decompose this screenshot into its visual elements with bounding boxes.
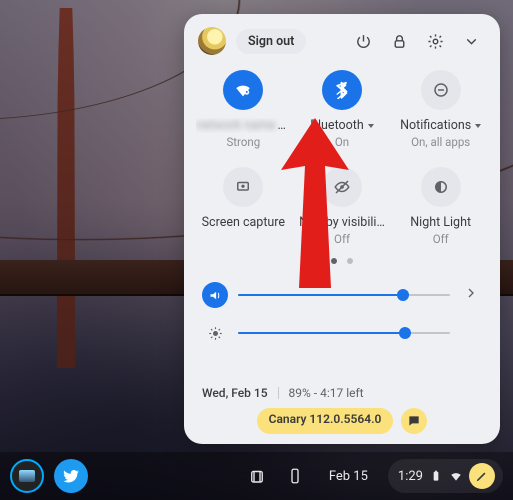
wifi-icon (223, 70, 263, 110)
chevron-down-icon[interactable] (456, 26, 486, 56)
tile-label: Screen capture (202, 215, 285, 230)
phone-hub-icon[interactable] (281, 462, 309, 490)
volume-slider[interactable] (238, 294, 450, 296)
tile-label: Nearby visibili… (299, 215, 385, 230)
tile-sub: On (335, 135, 349, 149)
tile-nearby-visibility[interactable]: Nearby visibili… Off (293, 167, 392, 246)
shelf: Feb 15 1:29 (0, 452, 513, 500)
do-not-disturb-icon (421, 70, 461, 110)
brightness-icon (202, 320, 228, 346)
tile-sub: Strong (226, 135, 260, 149)
feedback-icon[interactable] (401, 408, 427, 434)
tile-bluetooth[interactable]: Bluetooth On (293, 70, 392, 149)
tile-sub: Off (433, 232, 449, 246)
page-indicator (188, 252, 496, 268)
quick-settings-panel: Sign out network name… Strong Bluetooth (184, 14, 500, 444)
stylus-icon[interactable] (469, 463, 495, 489)
tile-night-light[interactable]: Night Light Off (391, 167, 490, 246)
avatar[interactable] (198, 27, 226, 55)
chevron-right-icon[interactable] (460, 285, 482, 305)
tile-label: Night Light (410, 215, 471, 230)
shelf-app-files[interactable] (10, 459, 44, 493)
footer-battery: 89% - 4:17 left (289, 386, 364, 400)
tile-sub: Off (334, 232, 350, 246)
signout-button[interactable]: Sign out (236, 29, 306, 54)
visibility-off-icon (322, 167, 362, 207)
tote-icon[interactable] (243, 462, 271, 490)
panel-header: Sign out (188, 26, 496, 56)
tile-label: Bluetooth (310, 118, 374, 133)
version-badge[interactable]: Canary 112.0.5564.0 (257, 408, 394, 434)
screen-capture-icon (223, 167, 263, 207)
status-tray[interactable]: 1:29 (388, 459, 503, 493)
tile-wifi[interactable]: network name… Strong (194, 70, 293, 149)
tile-label: network name… (196, 118, 290, 133)
volume-icon (202, 282, 228, 308)
power-icon[interactable] (348, 26, 378, 56)
shelf-time: 1:29 (398, 469, 423, 484)
volume-slider-row[interactable] (188, 278, 496, 312)
tile-screen-capture[interactable]: Screen capture (194, 167, 293, 246)
gear-icon[interactable] (420, 26, 450, 56)
lock-icon[interactable] (384, 26, 414, 56)
bluetooth-icon (322, 70, 362, 110)
brightness-slider-row[interactable] (188, 316, 496, 350)
shelf-app-twitter[interactable] (54, 459, 88, 493)
shelf-date[interactable]: Feb 15 (319, 464, 378, 489)
tile-notifications[interactable]: Notifications On, all apps (391, 70, 490, 149)
footer-date: Wed, Feb 15 (202, 386, 268, 400)
battery-icon (429, 469, 443, 483)
night-light-icon (421, 167, 461, 207)
wifi-icon (449, 469, 463, 483)
brightness-slider[interactable] (238, 332, 450, 334)
tile-sub: On, all apps (411, 135, 470, 149)
tile-label: Notifications (400, 118, 481, 133)
